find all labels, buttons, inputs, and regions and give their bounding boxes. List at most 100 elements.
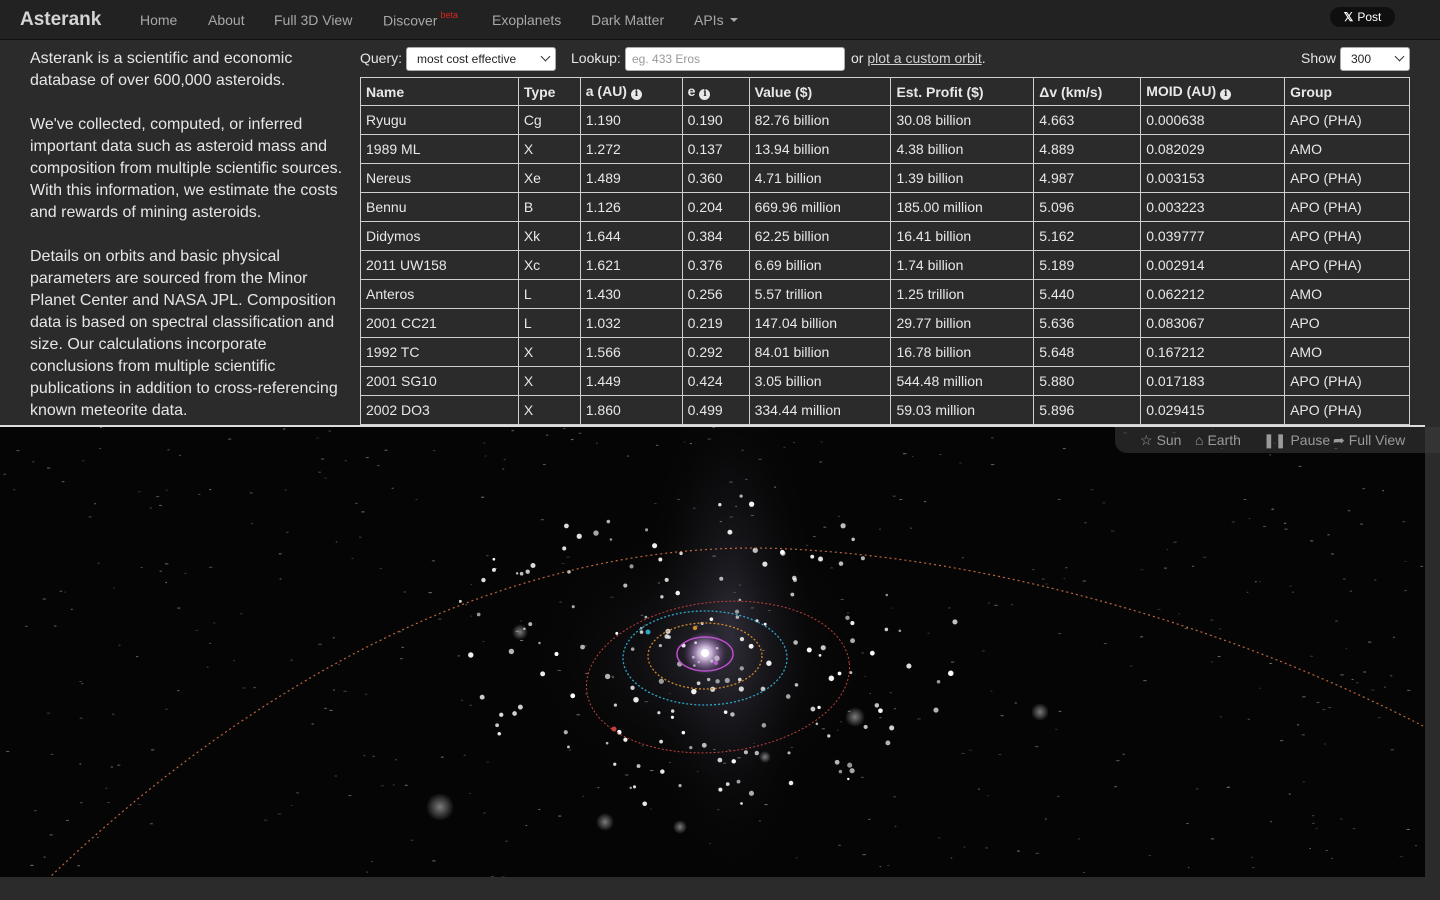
table-row[interactable]: Anteros L 1.430 0.256 5.57 trillion 1.25 tril… (360, 279, 1410, 309)
table-row[interactable]: 2001 SG10 X 1.449 0.424 3.05 billion 544.48 m… (360, 366, 1410, 396)
cell-a-au: 1.272 (579, 134, 683, 164)
show-count-select[interactable]: 300 (1340, 47, 1410, 71)
sun-button[interactable]: ☆ Sun (1140, 432, 1181, 449)
table-row[interactable]: 1989 ML X 1.272 0.137 13.94 billion 4.38 bill… (360, 134, 1410, 164)
asteroid-point (639, 630, 644, 634)
asteroid-point (828, 675, 835, 682)
asteroid-point (794, 683, 799, 687)
asteroid-point (790, 592, 795, 597)
background-star (892, 495, 896, 497)
asteroid-point (737, 677, 742, 682)
background-star (1044, 818, 1047, 820)
asteroid-point (874, 703, 880, 708)
header-value[interactable]: Value ($) (748, 77, 892, 106)
background-star (717, 809, 720, 811)
full-view-button[interactable]: ➦ Full View (1333, 432, 1405, 449)
earth-button[interactable]: ⌂ Earth (1195, 432, 1241, 448)
background-star (1246, 591, 1249, 593)
background-star (316, 437, 320, 439)
background-star (461, 699, 463, 701)
info-icon[interactable]: i (699, 89, 711, 100)
orbit-canvas[interactable] (0, 427, 1425, 877)
info-icon[interactable]: i (630, 89, 642, 100)
background-star (1402, 521, 1406, 523)
background-star (1330, 857, 1333, 859)
background-star (96, 837, 99, 839)
header-moid[interactable]: MOID (AU) i (1140, 77, 1286, 106)
nav-home[interactable]: Home (140, 12, 177, 28)
background-star (165, 582, 168, 584)
asteroid-point (525, 569, 530, 574)
asteroid-point (740, 802, 743, 805)
background-star (750, 607, 754, 609)
header-est-profit[interactable]: Est. Profit ($) (890, 77, 1035, 106)
background-star (361, 511, 365, 513)
cell-est-profit: 16.41 billion (890, 221, 1035, 251)
query-label: Query: (360, 50, 403, 66)
table-row[interactable]: Bennu B 1.126 0.204 669.96 million 185.00 mil… (360, 192, 1410, 222)
background-star (1103, 643, 1107, 645)
cell-value: 3.05 billion (748, 366, 892, 396)
cell-est-profit: 1.74 billion (890, 250, 1035, 280)
background-star (12, 489, 16, 491)
x-post-button[interactable]: 𝕏 Post (1330, 7, 1395, 27)
table-row[interactable]: Nereus Xe 1.489 0.360 4.71 billion 1.39 billi… (360, 163, 1410, 193)
background-star (469, 792, 472, 794)
nav-full-3d-view[interactable]: Full 3D View (274, 12, 352, 28)
table-row[interactable]: 2011 UW158 Xc 1.621 0.376 6.69 billion 1.74 b… (360, 250, 1410, 280)
background-star (837, 515, 840, 517)
table-row[interactable]: Didymos Xk 1.644 0.384 62.25 billion 16.41 bi… (360, 221, 1410, 251)
asteroid-point (849, 768, 855, 774)
background-star (902, 453, 907, 455)
background-star (1315, 828, 1318, 830)
star-halo (596, 813, 614, 831)
header-delta-v[interactable]: Δv (km/s) (1033, 77, 1142, 106)
nav-discover[interactable]: Discover beta (383, 10, 458, 29)
nav-apis[interactable]: APIs (694, 12, 738, 28)
cell-a-au: 1.032 (579, 308, 683, 338)
brand-logo[interactable]: Asterank (20, 9, 101, 31)
header-group[interactable]: Group (1284, 77, 1410, 106)
nav-exoplanets[interactable]: Exoplanets (492, 12, 561, 28)
header-type[interactable]: Type (517, 77, 581, 106)
orbit-3d-view[interactable] (0, 425, 1425, 877)
background-star (343, 690, 347, 692)
background-star (410, 839, 414, 841)
table-row[interactable]: Ryugu Cg 1.190 0.190 82.76 billion 30.08 bill… (360, 105, 1410, 135)
header-name[interactable]: Name (360, 77, 519, 106)
asteroid-point (885, 593, 889, 597)
background-star (981, 650, 985, 652)
background-star (612, 677, 615, 679)
cell-delta-v: 4.889 (1033, 134, 1142, 164)
nav-dark-matter[interactable]: Dark Matter (591, 12, 664, 28)
cell-est-profit: 1.25 trillion (890, 279, 1035, 309)
background-star (861, 652, 864, 654)
cell-est-profit: 1.39 billion (890, 163, 1035, 193)
header-a-au[interactable]: a (AU) i (579, 77, 683, 106)
table-row[interactable]: 2002 DO3 X 1.860 0.499 334.44 million 59.03 m… (360, 395, 1410, 425)
asteroid-point (743, 750, 748, 755)
cell-value: 147.04 billion (748, 308, 892, 338)
asteroid-point (528, 622, 533, 627)
cell-value: 84.01 billion (748, 337, 892, 367)
asteroid-point (623, 737, 628, 742)
table-row[interactable]: 2001 CC21 L 1.032 0.219 147.04 billion 29.77 … (360, 308, 1410, 338)
header-e[interactable]: ei (681, 77, 750, 106)
background-star (399, 658, 403, 660)
background-star (1284, 528, 1288, 530)
asteroid-point (636, 764, 641, 769)
background-star (156, 496, 160, 498)
pause-button[interactable]: ❚❚ Pause (1263, 432, 1330, 449)
background-star (1327, 534, 1330, 536)
background-star (1000, 715, 1004, 717)
info-icon[interactable]: i (1220, 89, 1232, 100)
background-star (879, 866, 882, 868)
table-row[interactable]: 1992 TC X 1.566 0.292 84.01 billion 16.78 bil… (360, 337, 1410, 367)
plot-custom-orbit-link[interactable]: plot a custom orbit (867, 50, 981, 66)
background-star (1345, 648, 1348, 650)
lookup-input[interactable]: eg. 433 Eros (625, 47, 845, 71)
cell-group: AMO (1284, 337, 1410, 367)
query-select[interactable]: most cost effective (406, 47, 556, 71)
background-star (762, 649, 765, 651)
nav-about[interactable]: About (208, 12, 245, 28)
